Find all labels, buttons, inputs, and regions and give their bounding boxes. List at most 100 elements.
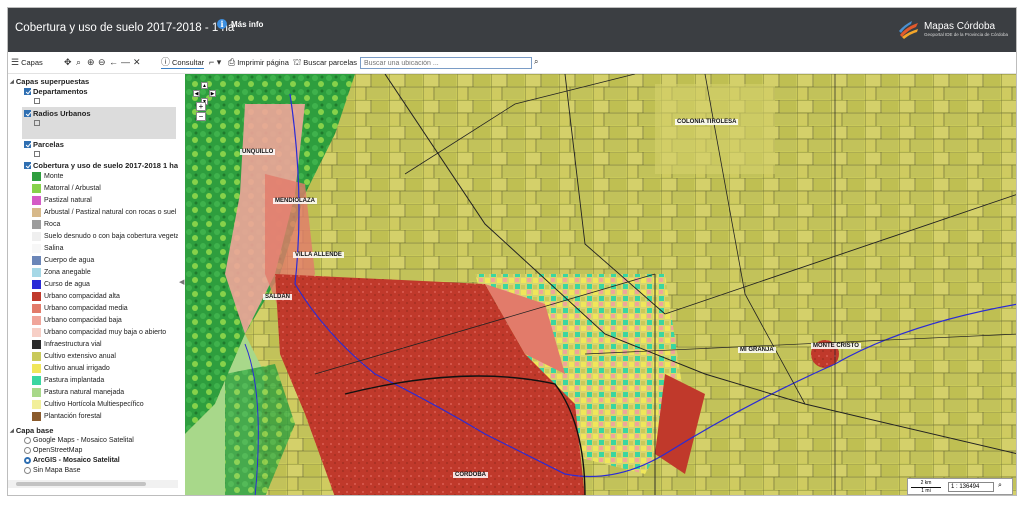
horizontal-scrollbar[interactable] <box>8 480 178 488</box>
search-icon[interactable]: ⌕ <box>534 57 538 67</box>
back-button[interactable]: ← <box>109 58 118 67</box>
legend-swatch <box>32 256 41 265</box>
legend-label: Cultivo extensivo anual <box>44 353 116 360</box>
legend-item: Urbano compacidad alta <box>32 292 120 301</box>
forward-button[interactable]: — <box>121 58 130 67</box>
base-layer-label: Sin Mapa Base <box>33 467 81 474</box>
brand-logo-icon <box>898 21 918 39</box>
measure-icon: ⌐ ▾ <box>209 57 222 67</box>
zoom-out-button[interactable]: ⊖ <box>98 58 106 67</box>
search-icon[interactable]: ⌕ <box>998 482 1002 490</box>
legend-swatch <box>32 184 41 193</box>
place-label: MONTE CRISTO <box>811 343 861 349</box>
collapse-panel-icon[interactable]: ◀ <box>179 278 184 286</box>
parcel-icon: ⛫ <box>293 57 302 67</box>
legend-swatch <box>32 316 41 325</box>
legend-item: Monte <box>32 172 63 181</box>
base-layer-label: Google Maps - Mosaico Satelital <box>33 437 134 444</box>
layers-button[interactable]: ☰ Capas <box>11 58 43 68</box>
place-label: VILLA ALLENDE <box>293 252 344 258</box>
pan-button[interactable]: ✥ <box>64 58 72 67</box>
full-extent-icon: ✕ <box>133 57 141 67</box>
land-cover-map[interactable] <box>185 74 1017 496</box>
legend-swatch <box>32 364 41 373</box>
legend-label: Suelo desnudo o con baja cobertura veget… <box>44 233 178 240</box>
base-layer-option[interactable]: Google Maps - Mosaico Satelital <box>24 437 134 444</box>
legend-swatch <box>32 196 41 205</box>
pan-icon: ✥ <box>64 57 72 67</box>
measure-button[interactable]: ⌐ ▾ <box>209 58 221 67</box>
map-zoom-in-button[interactable]: + <box>196 102 206 111</box>
zoom-out-icon: ⊖ <box>98 57 106 67</box>
legend-label: Urbano compacidad baja <box>44 317 122 324</box>
layer-departamentos[interactable]: Departamentos <box>24 87 88 96</box>
checkbox-parcelas[interactable] <box>24 141 31 148</box>
layer-cobertura[interactable]: Cobertura y uso de suelo 2017-2018 1 ha <box>24 161 178 170</box>
legend-parcelas <box>34 151 40 157</box>
brand-logo-block[interactable]: Mapas Córdoba Geoportal IDE de la Provin… <box>898 19 1008 39</box>
legend-label: Urbano compacidad alta <box>44 293 120 300</box>
outline-swatch-icon <box>34 98 40 104</box>
brand-subtitle: Geoportal IDE de la Provincia de Córdoba <box>923 32 1008 37</box>
layer-parcelas[interactable]: Parcelas <box>24 140 64 149</box>
legend-item: Cultivo Hortícola Multiespecífico <box>32 400 144 409</box>
legend-label: Zona anegable <box>44 269 91 276</box>
legend-swatch <box>32 376 41 385</box>
map-zoom-out-button[interactable]: − <box>196 112 206 121</box>
back-icon: ← <box>109 57 118 67</box>
radio-button[interactable] <box>24 437 31 444</box>
pan-right-icon[interactable]: ▶ <box>209 90 216 97</box>
layer-radios-urbanos[interactable]: Radios Urbanos <box>24 109 91 118</box>
base-layer-option[interactable]: OpenStreetMap <box>24 447 82 454</box>
legend-swatch <box>32 352 41 361</box>
zoom-in-button[interactable]: ⊕ <box>87 58 95 67</box>
legend-label: Urbano compacidad media <box>44 305 128 312</box>
place-label: UNQUILLO <box>240 149 276 155</box>
legend-item: Arbustal / Pastizal natural con rocas o … <box>32 208 176 217</box>
legend-item: Suelo desnudo o con baja cobertura veget… <box>32 232 178 241</box>
legend-radios-urbanos <box>34 120 40 126</box>
base-layer-option[interactable]: Sin Mapa Base <box>24 467 80 474</box>
print-label: Imprimir página <box>237 58 289 67</box>
place-label: MI GRANJA <box>738 347 776 353</box>
location-search-input[interactable] <box>360 57 532 69</box>
place-label: MENDIOLAZA <box>273 198 317 204</box>
legend-item: Pastura implantada <box>32 376 104 385</box>
radio-button[interactable] <box>24 447 31 454</box>
buscar-parcelas-button[interactable]: ⛫ Buscar parcelas <box>293 57 357 68</box>
outline-swatch-icon <box>34 151 40 157</box>
legend-swatch <box>32 388 41 397</box>
print-button[interactable]: ⎙ Imprimir página <box>228 58 289 68</box>
map-view[interactable]: COLONIA TIROLESA UNQUILLO MENDIOLAZA VILLA … <box>185 74 1017 496</box>
pan-up-icon[interactable]: ▲ <box>201 82 208 89</box>
more-info-label: Más info <box>231 19 264 29</box>
full-extent-button[interactable]: ✕ <box>133 58 141 67</box>
base-layer-label: ArcGIS - Mosaico Satelital <box>33 457 120 464</box>
legend-item: Pastizal natural <box>32 196 92 205</box>
legend-item: Pastura natural manejada <box>32 388 124 397</box>
checkbox-radios-urbanos[interactable] <box>24 110 31 117</box>
zoom-box-icon: ⌕ <box>76 57 82 67</box>
base-group-header[interactable]: ◢ Capa base <box>10 426 53 435</box>
overlay-group-header[interactable]: ◢ Capas superpuestas <box>10 77 89 86</box>
more-info-button[interactable]: i Más info <box>217 19 263 29</box>
radio-button[interactable] <box>24 467 31 474</box>
legend-label: Pastura implantada <box>44 377 105 384</box>
legend-label: Salina <box>44 245 64 252</box>
checkbox-departamentos[interactable] <box>24 88 31 95</box>
pan-left-icon[interactable]: ◀ <box>193 90 200 97</box>
radio-button[interactable] <box>24 457 31 464</box>
legend-label: Pastizal natural <box>44 197 92 204</box>
zoom-box-button[interactable]: ⌕ <box>76 58 81 67</box>
collapse-caret-icon: ◢ <box>10 78 14 85</box>
base-layer-option[interactable]: ArcGIS - Mosaico Satelital <box>24 457 120 464</box>
layers-panel: ◢ Capas superpuestas Departamentos Radio… <box>8 74 178 488</box>
scrollbar-thumb[interactable] <box>16 482 146 486</box>
consultar-button[interactable]: ⓘ Consultar <box>161 58 205 69</box>
scale-input[interactable]: 1 : 136494 <box>948 482 994 492</box>
legend-label: Pastura natural manejada <box>44 389 125 396</box>
legend-item: Cultivo anual irrigado <box>32 364 110 373</box>
checkbox-cobertura[interactable] <box>24 162 31 169</box>
legend-departamentos <box>34 98 40 104</box>
place-label: CORDOBA <box>453 472 488 478</box>
